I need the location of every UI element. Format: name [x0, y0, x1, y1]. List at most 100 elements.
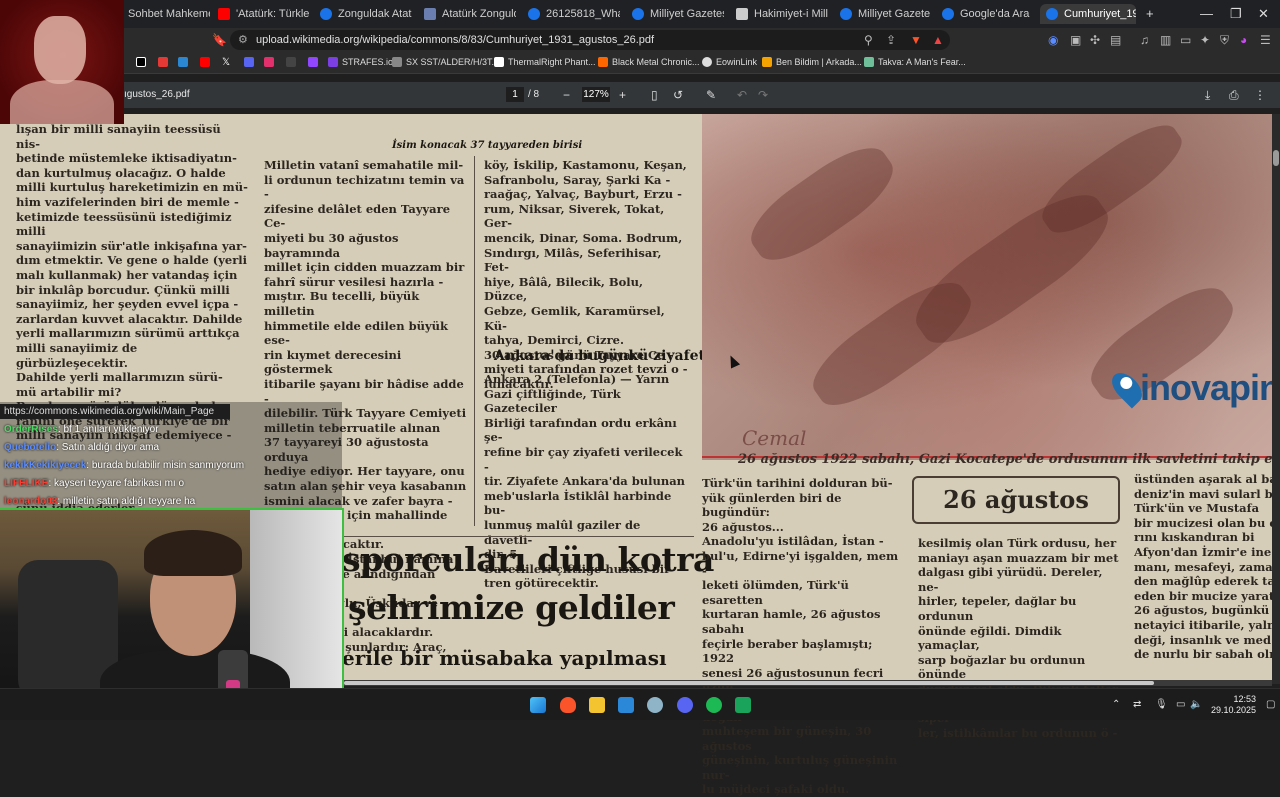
text-line: Türk'ün tarihini dolduran bü-	[702, 476, 893, 490]
google-icon	[320, 8, 332, 20]
app-icon[interactable]	[735, 697, 751, 713]
page-number-input[interactable]: 1	[506, 87, 524, 102]
bookmark-label: SX SST/ALDER/H/3T...	[406, 57, 500, 67]
bookmark-item[interactable]	[158, 57, 168, 67]
browser-tab[interactable]: 'Atatürk: Türklerin B	[218, 4, 310, 24]
volume-icon[interactable]: 🔈	[1190, 699, 1202, 710]
zoom-in-icon[interactable]: +	[619, 88, 626, 102]
file-explorer-icon[interactable]	[589, 697, 605, 713]
bookmark-item[interactable]	[264, 57, 274, 67]
bookmark-item[interactable]	[286, 57, 296, 67]
text-line: rin kıymet derecesini göstermek	[264, 347, 402, 377]
profile-icon[interactable]: ◕	[1240, 33, 1247, 47]
text-line: mü artabilir mi?	[16, 384, 122, 399]
print-icon[interactable]: ⎙	[1229, 88, 1239, 103]
browser-tab[interactable]: 26125818_WhatsAp	[528, 4, 620, 24]
annotate-icon[interactable]: ✎	[706, 88, 716, 102]
text-line: Dahilde yerli mallarımızın sürü-	[16, 370, 223, 385]
redo-icon[interactable]: ↷	[758, 88, 768, 102]
tray-app-icon[interactable]: ⇄	[1133, 699, 1141, 710]
brave-browser-icon[interactable]	[560, 697, 576, 713]
chat-text: : bf 1 anıları yükleniyor	[57, 424, 159, 435]
system-clock[interactable]: 12:53 29.10.2025	[1211, 694, 1256, 716]
media-icon[interactable]: ♫	[1140, 33, 1149, 47]
site-info-icon[interactable]: ⚙	[238, 33, 248, 46]
extension-icon[interactable]: ◉	[1048, 33, 1058, 47]
browser-tab[interactable]: Milliyet Gazete Arş	[840, 4, 932, 24]
discord-icon[interactable]	[677, 697, 693, 713]
bookmark-item[interactable]: EowinLink	[702, 57, 757, 67]
menu-icon[interactable]: ☰	[1260, 33, 1271, 47]
bookmark-item[interactable]	[178, 57, 188, 67]
minimize-icon[interactable]: —	[1200, 6, 1213, 21]
zoom-icon[interactable]: ⚲	[864, 33, 873, 47]
download-icon[interactable]: ⤓	[1205, 88, 1210, 103]
bookmark-item[interactable]: Takva: A Man's Fear...	[864, 57, 966, 67]
bookmark-item[interactable]	[200, 57, 210, 67]
share-icon[interactable]: ⇪	[886, 33, 896, 47]
rotate-icon[interactable]: ↺	[673, 88, 683, 102]
notifications-icon[interactable]: ▢	[1266, 699, 1275, 710]
text-line: Milletin vatanî semahatile mil-	[264, 158, 464, 172]
bookmark-item[interactable]: 𝕏	[222, 57, 230, 68]
browser-tab[interactable]: Google'da Ara	[942, 4, 1034, 24]
browser-tab[interactable]: Sohbet Mahkemesi	[128, 4, 210, 24]
browser-tab[interactable]: Hakimiyet-i Milliye	[736, 4, 828, 24]
text-line: dalgası gibi yürüdü. Dereler, ne-	[918, 565, 1103, 594]
twitch-icon	[308, 57, 318, 67]
wallet-icon[interactable]: ▭	[1180, 33, 1191, 47]
browser-tab-active[interactable]: Cumhuriyet_19✕	[1040, 4, 1136, 24]
browser-tab[interactable]: Atatürk Zonguldak	[424, 4, 516, 24]
text-line: de nurlu bir sabah olm	[1134, 647, 1272, 662]
bookmark-icon[interactable]: 🔖	[212, 33, 227, 47]
fit-page-icon[interactable]: ▯	[651, 88, 658, 102]
bookmark-item[interactable]: SX SST/ALDER/H/3T...	[392, 57, 499, 67]
vpn-icon[interactable]: ⛨	[1220, 33, 1229, 48]
spotify-icon[interactable]	[706, 697, 722, 713]
bookmark-item[interactable]	[244, 57, 254, 67]
text-line: köy, İskilip, Kastamonu, Keşan,	[484, 158, 687, 172]
bookmark-icon	[762, 57, 772, 67]
clock-date: 29.10.2025	[1210, 705, 1256, 715]
bookmark-item[interactable]: ThermalRight Phant...	[494, 57, 596, 67]
address-bar[interactable]: ⚙ upload.wikimedia.org/wikipedia/commons…	[230, 30, 950, 50]
bookmark-label: ThermalRight Phant...	[508, 57, 596, 67]
artist-signature: Cemal	[742, 426, 807, 450]
bookmark-item[interactable]: Black Metal Chronic...	[598, 57, 700, 67]
scrollbar-thumb[interactable]	[344, 681, 1154, 685]
settings-icon[interactable]	[647, 697, 663, 713]
undo-icon[interactable]: ↶	[737, 88, 747, 102]
zoom-level-input[interactable]: 127%	[582, 87, 610, 102]
vertical-scrollbar[interactable]	[1272, 114, 1280, 684]
bookmark-item[interactable]: Ben Bildim | Arkada...	[762, 57, 862, 67]
more-options-icon[interactable]: ⋮	[1254, 88, 1266, 102]
microphone-icon[interactable]: 🎙	[1155, 699, 1168, 710]
network-icon[interactable]: ▭	[1176, 699, 1185, 710]
extension-icon[interactable]: ✦	[1200, 33, 1210, 47]
new-tab-icon[interactable]: +	[1146, 6, 1154, 21]
horizontal-scrollbar[interactable]	[344, 680, 1272, 686]
sidebar-icon[interactable]: ▥	[1160, 33, 1171, 47]
text-line: betinde müstemleke iktisadiyatın-	[16, 151, 237, 166]
zoom-out-icon[interactable]: −	[563, 88, 570, 102]
text-line: mıştır. Bu tecelli, büyük milletin	[264, 289, 420, 318]
start-icon[interactable]	[530, 697, 546, 713]
browser-tab[interactable]: Milliyet Gazetesi 25	[632, 4, 724, 24]
scrollbar-thumb[interactable]	[1273, 150, 1279, 166]
extension-icon[interactable]: ▤	[1110, 33, 1121, 47]
bookmark-item[interactable]: STRAFES.io	[328, 57, 393, 67]
bookmark-item[interactable]	[136, 57, 146, 67]
bookmark-item[interactable]	[308, 57, 318, 67]
text-line: sanayiimizin sür'atle inkişafına yar-	[16, 238, 247, 253]
maximize-icon[interactable]: ❐	[1230, 6, 1242, 22]
extension-icon[interactable]: ✣	[1090, 33, 1100, 47]
extension-icon[interactable]: ▣	[1070, 33, 1081, 47]
brave-shields-icon[interactable]: ▼	[910, 33, 922, 47]
brave-rewards-icon[interactable]: ▲	[932, 33, 944, 47]
headline: şehrimize geldiler	[348, 588, 675, 627]
tray-chevron-icon[interactable]: ⌃	[1112, 699, 1120, 710]
store-icon[interactable]	[618, 697, 634, 713]
browser-tab[interactable]: Zonguldak Atatürk	[320, 4, 412, 24]
headline: sporcuları dün kotra	[342, 540, 714, 579]
close-window-icon[interactable]: ✕	[1258, 6, 1269, 22]
